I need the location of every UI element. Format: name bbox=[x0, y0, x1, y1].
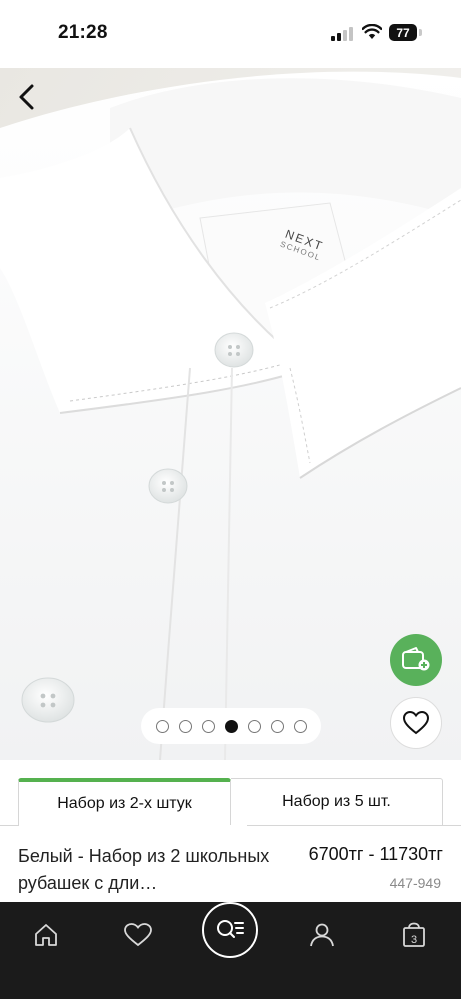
tab-set-of-2[interactable]: Набор из 2-х штук bbox=[18, 778, 231, 826]
wallet-add-icon bbox=[402, 647, 430, 671]
product-price: 6700тг - 11730тг bbox=[308, 844, 443, 864]
image-pagination bbox=[141, 708, 321, 744]
heart-icon bbox=[402, 710, 430, 735]
signal-icon bbox=[331, 27, 353, 41]
home-icon bbox=[35, 924, 57, 946]
product-info: Белый - Набор из 2 школьных рубашек с дл… bbox=[18, 843, 443, 899]
profile-icon bbox=[310, 923, 334, 947]
battery-level: 77 bbox=[389, 24, 417, 41]
pagination-dot[interactable] bbox=[270, 719, 284, 733]
tab-set-of-5[interactable]: Набор из 5 шт. bbox=[231, 778, 443, 826]
back-button[interactable] bbox=[10, 80, 44, 114]
product-title: Белый - Набор из 2 школьных рубашек с дл… bbox=[18, 846, 270, 893]
battery-tip bbox=[419, 29, 422, 36]
nav-cart[interactable]: 3 bbox=[391, 912, 437, 958]
cart-count: 3 bbox=[410, 934, 418, 946]
nav-home[interactable] bbox=[23, 912, 69, 958]
pagination-dot[interactable] bbox=[178, 719, 192, 733]
pagination-dot[interactable] bbox=[293, 719, 307, 733]
status-bar: 21:28 77 bbox=[0, 0, 461, 68]
pagination-dot[interactable] bbox=[247, 719, 261, 733]
search-list-icon bbox=[217, 920, 244, 938]
nav-profile[interactable] bbox=[299, 912, 345, 958]
pagination-dot[interactable] bbox=[155, 719, 169, 733]
add-to-cart-button[interactable] bbox=[390, 634, 442, 686]
wifi-icon bbox=[362, 24, 382, 39]
option-tabs: Набор из 2-х штук Набор из 5 шт. bbox=[18, 778, 443, 826]
divider-gap bbox=[19, 825, 247, 826]
favorites-icon bbox=[124, 923, 152, 947]
bottom-nav: 3 bbox=[0, 902, 461, 999]
nav-favorites[interactable] bbox=[115, 912, 161, 958]
product-code: 447-949 bbox=[389, 875, 441, 891]
status-time: 21:28 bbox=[58, 22, 108, 43]
back-arrow-icon bbox=[19, 84, 34, 110]
favorite-button[interactable] bbox=[390, 697, 442, 749]
pagination-dot[interactable] bbox=[201, 719, 215, 733]
pagination-dot-active[interactable] bbox=[224, 719, 238, 733]
cart-icon: 3 bbox=[401, 922, 427, 948]
nav-catalog-search[interactable] bbox=[202, 902, 258, 958]
